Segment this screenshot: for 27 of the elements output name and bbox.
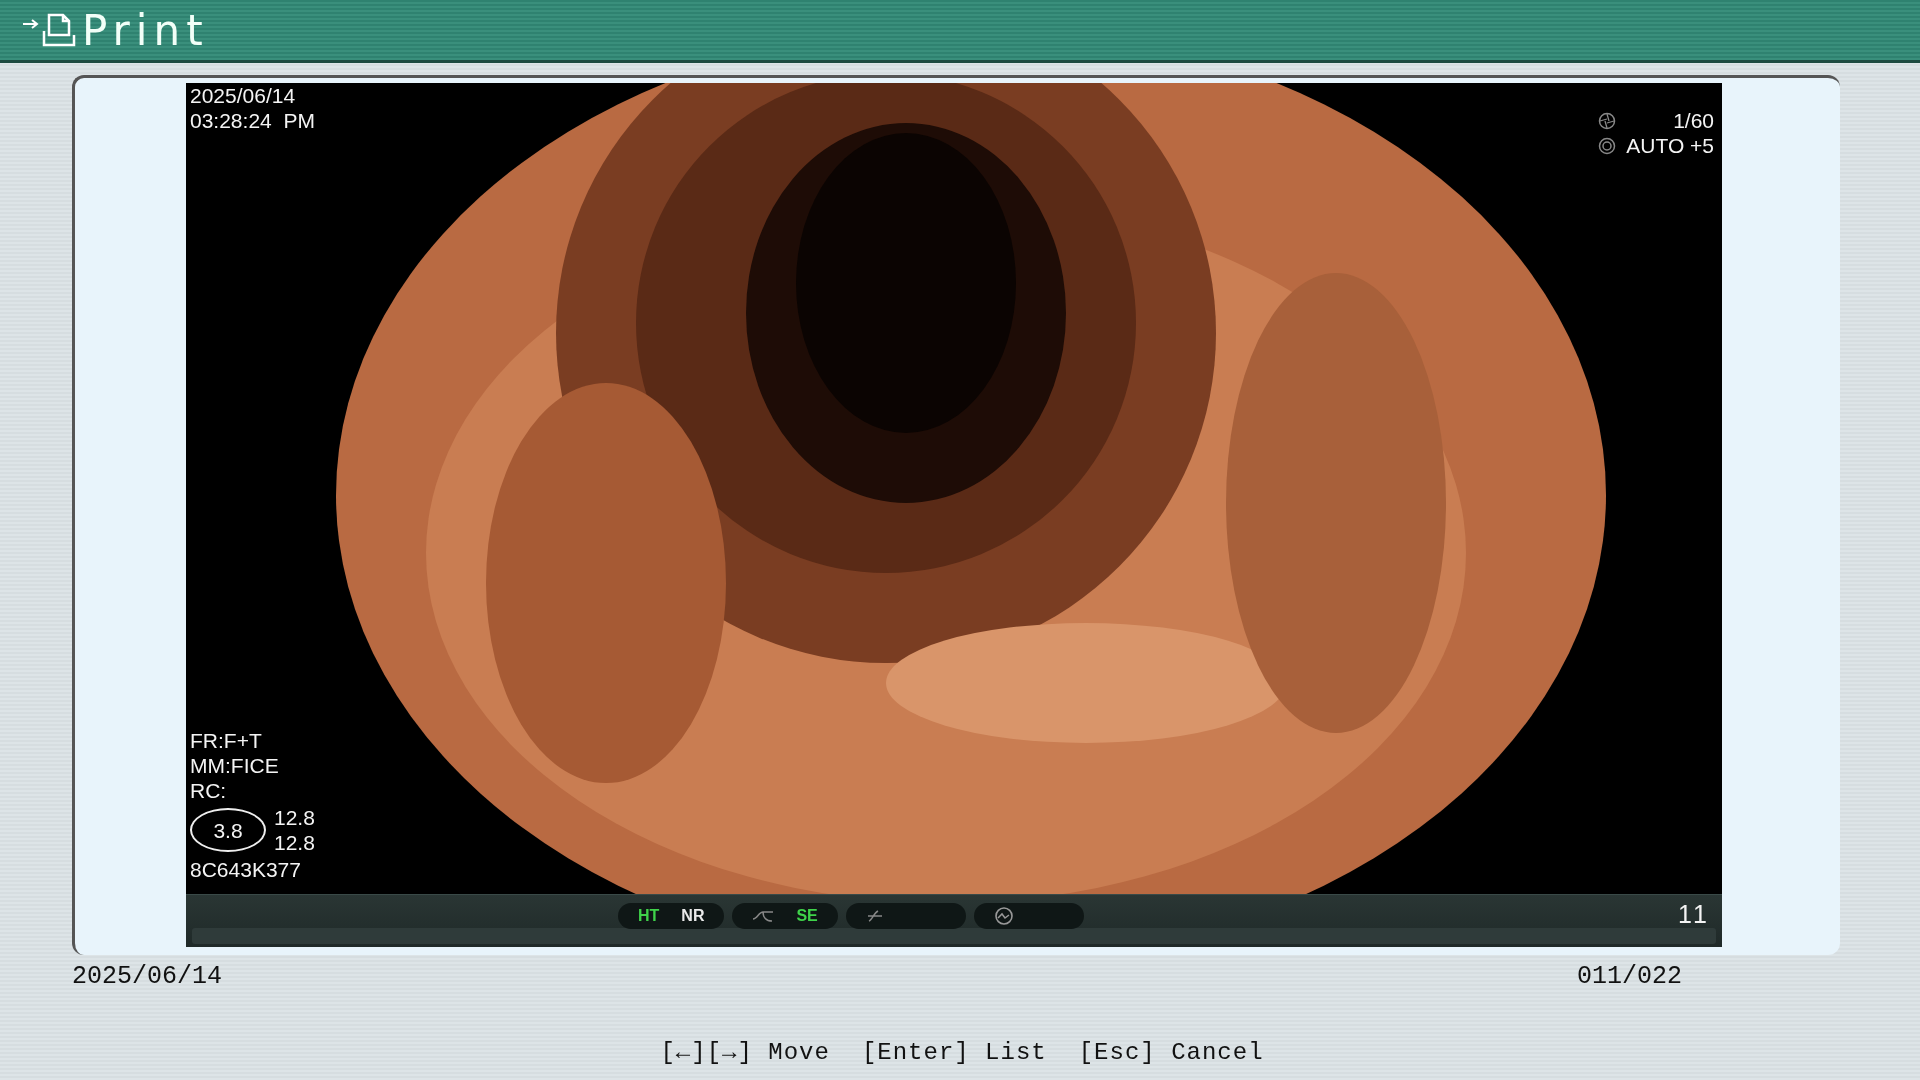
screen-title: Print <box>82 5 209 55</box>
shutter-speed: 1/60 <box>1673 108 1714 133</box>
indicator-label: SE <box>796 907 818 925</box>
gauge-icon <box>993 906 1014 926</box>
enhance-icon <box>865 908 884 924</box>
shutter-icon <box>1598 111 1617 130</box>
exam-time: 03:28:24 PM <box>190 108 315 133</box>
print-icon <box>22 11 78 49</box>
iris-setting: AUTO +5 <box>1626 133 1714 158</box>
key-hint: [←][→] Move <box>660 1039 830 1066</box>
indicator-label: NR <box>681 907 705 925</box>
zoom-value: 3.8 <box>190 808 266 852</box>
reading: 12.8 <box>274 805 315 830</box>
frame-number: 11 <box>1678 900 1710 929</box>
info-line: FR:F+T <box>190 728 263 753</box>
info-line: RC: <box>190 778 228 803</box>
exam-date: 2025/06/14 <box>190 83 297 108</box>
image-counter: 011/022 <box>1576 962 1682 991</box>
info-line: MM:FICE <box>190 753 280 778</box>
image-date: 2025/06/14 <box>72 962 223 991</box>
curve-icon <box>752 909 775 923</box>
iris-icon <box>1598 136 1617 155</box>
scope-id: 8C643K377 <box>190 857 302 882</box>
indicator-label: HT <box>638 907 660 925</box>
key-hint: [Enter] List <box>861 1039 1047 1066</box>
reading: 12.8 <box>274 830 315 855</box>
key-hint: [Esc] Cancel <box>1078 1039 1264 1066</box>
